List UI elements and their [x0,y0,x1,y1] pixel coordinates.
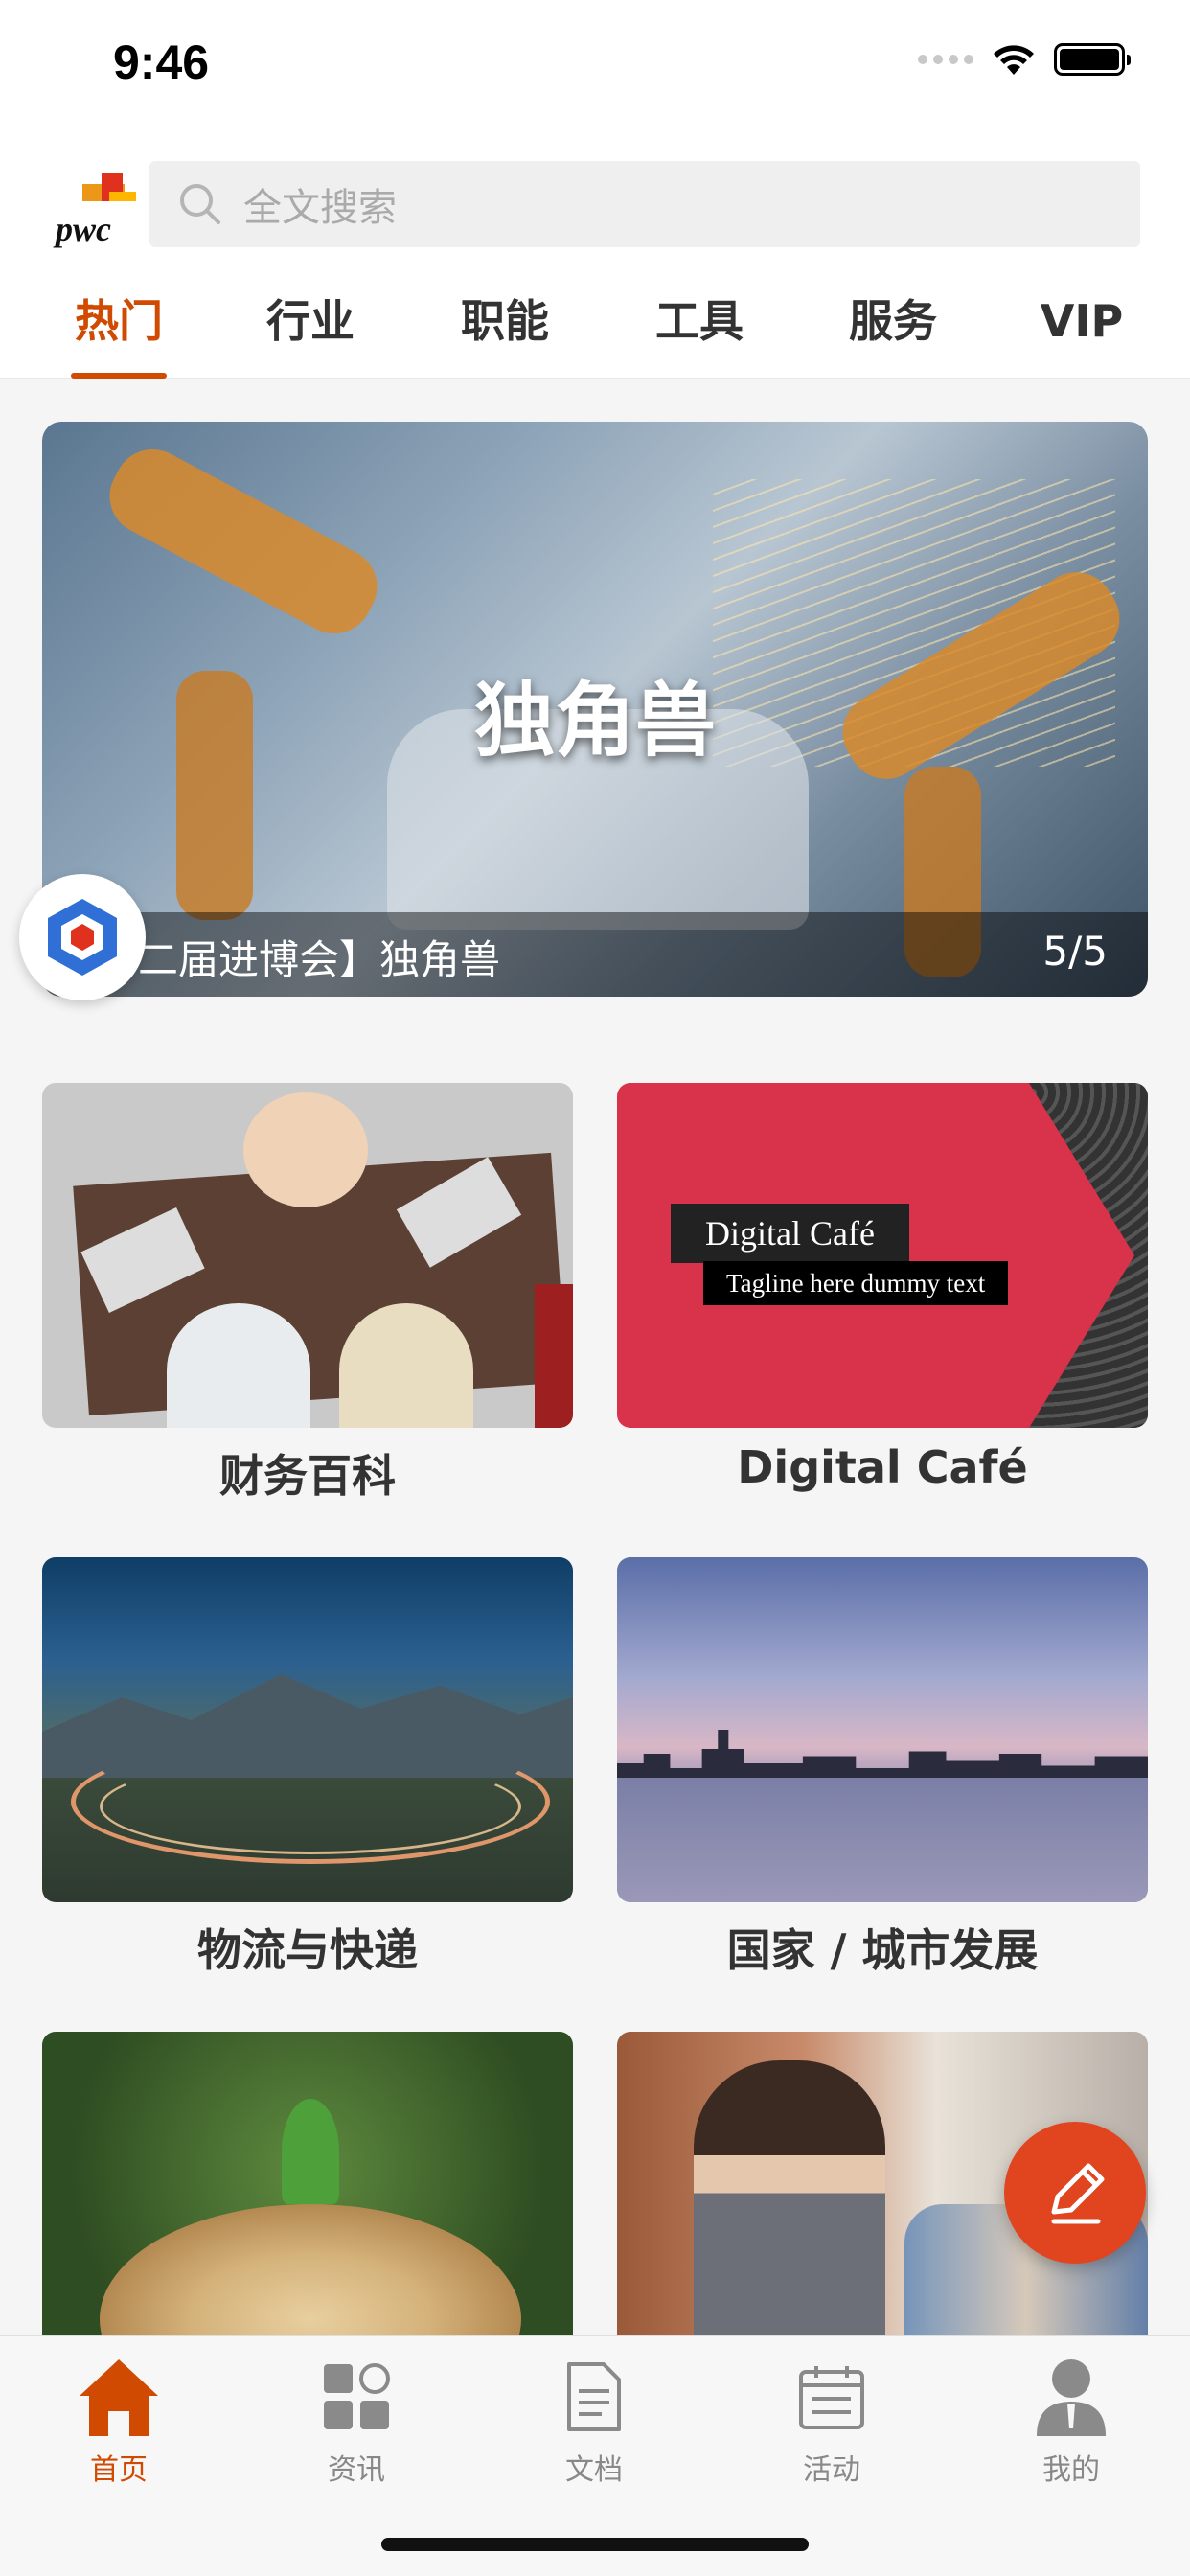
wifi-icon [994,45,1034,75]
banner-carousel[interactable]: 独角兽 二届进博会】独角兽 5/5 [42,422,1148,997]
category-tabs: 热门 行业 职能 工具 服务 VIP [0,278,1190,379]
image-title: Digital Café [671,1204,909,1263]
home-indicator[interactable] [381,2538,809,2551]
nav-label: 活动 [803,2453,860,2487]
card-label: 财务百科 [219,1450,396,1502]
banner-caption-bar: 二届进博会】独角兽 5/5 [42,912,1148,997]
card-city-development[interactable]: 国家 / 城市发展 [617,1557,1148,1979]
tab-industry[interactable]: 行业 [263,278,358,379]
card-label: 国家 / 城市发展 [726,1924,1039,1976]
card-logistics[interactable]: 物流与快递 [42,1557,573,1979]
header: pwc 全文搜索 热门 行业 职能 工具 服务 VIP [0,134,1190,379]
nav-label: 我的 [1042,2453,1100,2487]
status-time: 9:46 [113,35,210,89]
card-image [42,1083,573,1428]
tab-tools[interactable]: 工具 [652,278,747,379]
document-icon [567,2362,621,2431]
pwc-logo[interactable]: pwc [54,172,136,249]
news-icon [324,2363,390,2429]
nav-label: 资讯 [328,2453,385,2487]
tab-function[interactable]: 职能 [457,278,553,379]
card-tree[interactable] [42,2032,573,2377]
banner-caption: 二届进博会】独角兽 [138,936,501,983]
tab-hot[interactable]: 热门 [71,278,167,379]
card-label: Digital Café [737,1441,1028,1493]
profile-icon [1037,2359,1106,2436]
tab-services[interactable]: 服务 [845,278,941,379]
nav-label: 文档 [565,2453,623,2487]
card-digital-cafe[interactable]: Digital Café Tagline here dummy text Dig… [617,1083,1148,1493]
card-finance[interactable]: 财务百科 [42,1083,573,1505]
hexagon-logo-icon[interactable] [19,874,146,1000]
tab-vip[interactable]: VIP [1039,278,1125,379]
card-image [42,2032,573,2377]
card-image [42,1557,573,1902]
card-image [617,1557,1148,1902]
search-input[interactable]: 全文搜索 [149,161,1140,247]
card-label: 物流与快递 [197,1924,418,1976]
nav-news[interactable]: 资讯 [238,2354,475,2488]
calendar-icon [799,2366,864,2429]
logo-text: pwc [56,210,111,248]
search-placeholder: 全文搜索 [243,186,397,230]
compose-button[interactable] [1004,2122,1146,2264]
image-tagline: Tagline here dummy text [703,1261,1009,1305]
nav-label: 首页 [90,2453,148,2487]
nav-profile[interactable]: 我的 [952,2354,1190,2488]
battery-icon [1054,43,1131,76]
home-icon [80,2359,158,2436]
signal-icon [918,55,973,64]
status-icons [918,42,1131,77]
banner-page-indicator: 5/5 [1042,928,1108,975]
nav-documents[interactable]: 文档 [475,2354,713,2488]
nav-home[interactable]: 首页 [0,2354,238,2488]
nav-events[interactable]: 活动 [713,2354,950,2488]
status-bar: 9:46 [0,0,1190,134]
pencil-icon [1051,2163,1105,2224]
card-image: Digital Café Tagline here dummy text [617,1083,1148,1428]
banner-title: 独角兽 [473,674,716,768]
search-icon [180,184,220,224]
